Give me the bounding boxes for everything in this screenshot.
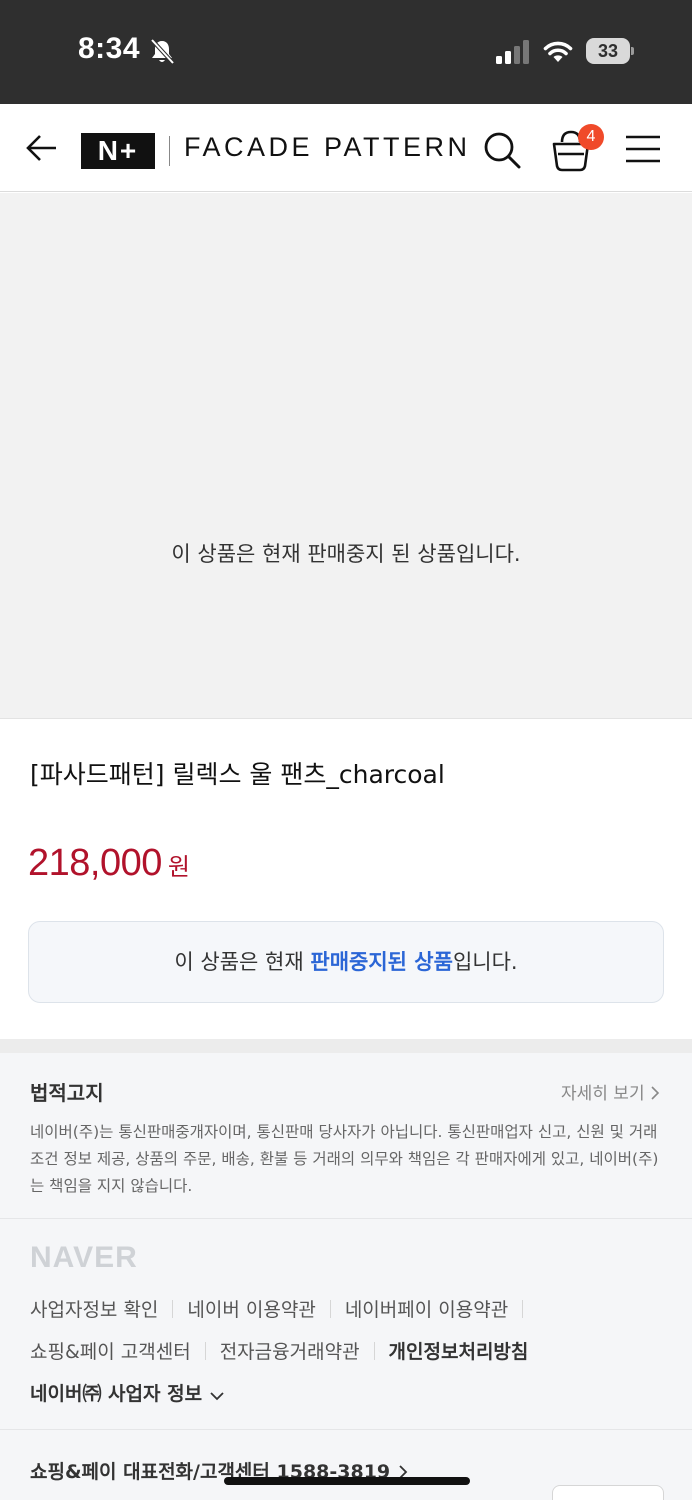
chevron-right-icon [651,1086,660,1100]
link-separator [329,1300,331,1318]
battery-icon: 33 [586,38,634,64]
search-icon[interactable] [482,130,522,170]
footer-links-row-2: 쇼핑&페이 고객센터 전자금융거래약관 개인정보처리방침 [30,1337,528,1364]
battery-level: 33 [586,38,630,64]
cellular-signal-icon [496,40,529,64]
legal-notice-title: 법적고지 [30,1081,104,1105]
naver-logo[interactable]: NAVER [30,1241,138,1275]
logo-divider [169,136,170,166]
link-separator [522,1300,524,1318]
app-header: N+ FACADE PATTERN 4 [0,104,692,192]
business-info-link[interactable]: 사업자정보 확인 [30,1299,158,1321]
status-bar: 8:34 33 [0,0,692,104]
back-arrow-icon[interactable] [24,130,60,166]
company-info-label: 네이버㈜ 사업자 정보 [30,1383,203,1405]
footer-divider [0,1218,692,1219]
privacy-policy-link[interactable]: 개인정보처리방침 [389,1341,529,1363]
notice-prefix: 이 상품은 현재 [174,950,311,974]
legal-more-label: 자세히 보기 [560,1084,645,1104]
product-price: 218,000 원 [28,842,190,885]
company-info-toggle[interactable]: 네이버㈜ 사업자 정보 [30,1379,225,1406]
sale-stopped-notice: 이 상품은 현재 판매중지된 상품입니다. [28,921,664,1003]
bell-off-icon [150,38,175,65]
wifi-icon [543,41,573,62]
cart-button[interactable]: 4 [550,124,606,174]
link-separator [172,1300,174,1318]
hamburger-menu-icon[interactable] [624,132,662,166]
price-unit: 원 [167,853,190,881]
status-time: 8:34 [78,32,141,65]
nplus-logo[interactable]: N+ [81,133,155,169]
legal-more-link[interactable]: 자세히 보기 [561,1079,660,1104]
legal-notice-text: 네이버(주)는 통신판매중개자이며, 통신판매 당사자가 아닙니다. 통신판매업… [30,1123,659,1195]
cart-count-badge: 4 [578,124,604,150]
customer-center-link[interactable]: 쇼핑&페이 고객센터 [30,1341,191,1363]
footer-divider [0,1429,692,1430]
naverpay-terms-link[interactable]: 네이버페이 이용약관 [345,1299,508,1321]
e-finance-terms-link[interactable]: 전자금융거래약관 [220,1341,360,1363]
footer-links-row-1: 사업자정보 확인 네이버 이용약관 네이버페이 이용약관 [30,1295,537,1322]
store-brand-name[interactable]: FACADE PATTERN [184,132,471,163]
notice-suffix: 입니다. [452,950,518,974]
naver-terms-link[interactable]: 네이버 이용약관 [187,1299,315,1321]
notice-highlight: 판매중지된 상품 [310,950,453,974]
link-separator [373,1342,375,1360]
section-gap [0,1039,692,1053]
chevron-down-icon [210,1392,224,1401]
footer: 법적고지 자세히 보기 네이버(주)는 통신판매중개자이며, 통신판매 당사자가… [0,1053,692,1500]
product-title: [파사드패턴] 릴렉스 울 팬츠_charcoal [30,760,445,789]
image-unavailable-message: 이 상품은 현재 판매중지 된 상품입니다. [171,542,521,566]
product-image-area: 이 상품은 현재 판매중지 된 상품입니다. [0,193,692,719]
footer-side-button[interactable] [552,1485,664,1500]
home-indicator [224,1477,470,1485]
price-value: 218,000 [28,842,162,884]
link-separator [204,1342,206,1360]
battery-tip [631,47,634,55]
